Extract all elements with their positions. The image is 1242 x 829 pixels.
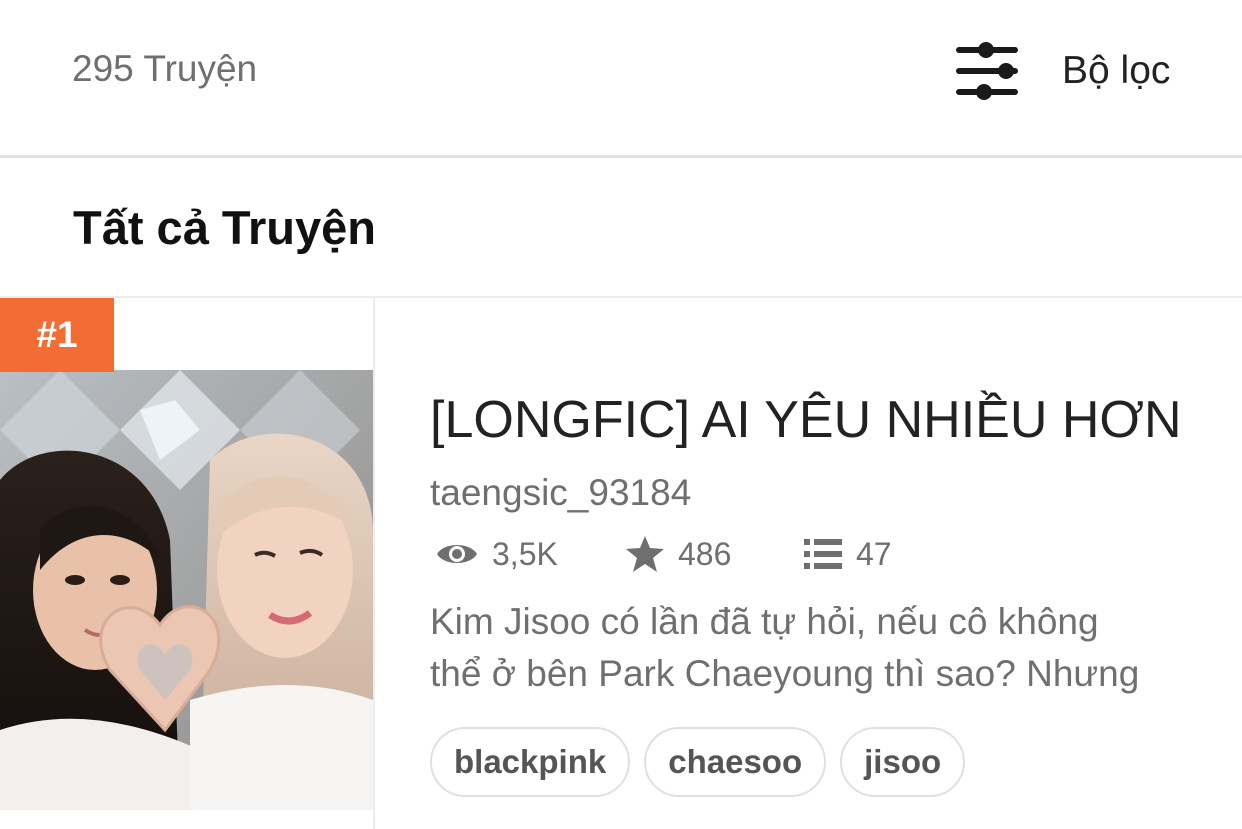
views-count: 3,5K [492, 535, 558, 572]
section-title: Tất cả Truyện [73, 201, 376, 254]
eye-icon [437, 545, 477, 563]
votes-stat: 486 [626, 536, 804, 573]
description-line: Kim Jisoo có lần đã tự hỏi, nếu cô không [430, 601, 1099, 642]
votes-count: 486 [678, 535, 732, 572]
story-card[interactable]: #1 [LONGFIC] AI YÊU NHIỀU HƠN taengsic_9… [0, 298, 1242, 829]
list-icon [804, 539, 842, 569]
parts-count: 47 [856, 535, 892, 572]
story-cover[interactable]: #1 [0, 298, 375, 829]
filter-label: Bộ lọc [1062, 49, 1171, 92]
description-line: thể ở bên Park Chaeyoung thì sao? Nhưng [430, 653, 1140, 694]
story-stats: 3,5K 486 47 [436, 534, 892, 574]
cover-image [0, 370, 373, 810]
story-description: Kim Jisoo có lần đã tự hỏi, nếu cô không… [430, 596, 1200, 700]
tag-chip[interactable]: blackpink [430, 727, 631, 797]
story-title[interactable]: [LONGFIC] AI YÊU NHIỀU HƠN [430, 390, 1200, 450]
sliders-icon [956, 42, 1018, 100]
top-bar: 295 Truyện Bộ lọc [0, 0, 1242, 158]
star-icon [626, 536, 664, 572]
parts-stat: 47 [804, 536, 892, 573]
story-count: 295 Truyện [72, 48, 258, 89]
tag-list: blackpink chaesoo jisoo [430, 727, 979, 797]
tag-chip[interactable]: jisoo [840, 727, 966, 797]
rank-badge: #1 [0, 298, 114, 372]
views-stat: 3,5K [436, 536, 626, 573]
story-author[interactable]: taengsic_93184 [430, 472, 691, 514]
tag-chip[interactable]: chaesoo [644, 727, 827, 797]
filter-button[interactable]: Bộ lọc [956, 40, 1170, 102]
